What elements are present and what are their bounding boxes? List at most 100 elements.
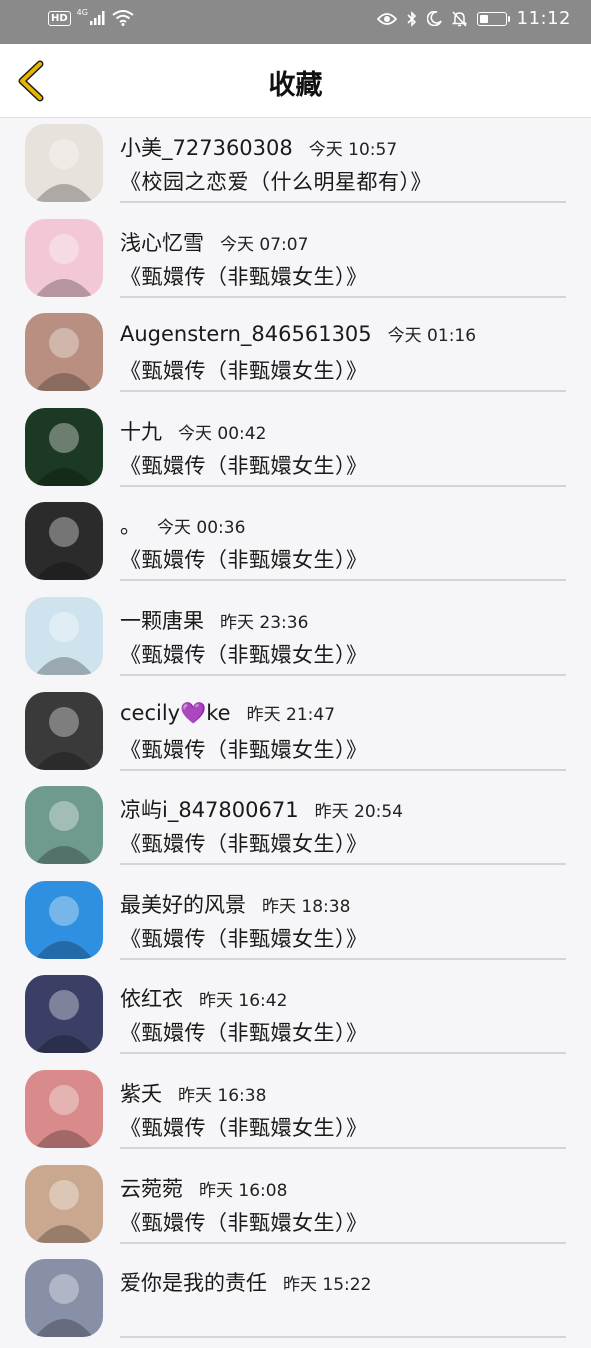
bell-off-icon	[451, 10, 467, 27]
timestamp: 昨天 15:22	[283, 1275, 372, 1296]
avatar[interactable]	[25, 124, 103, 202]
name-line: 依红衣 昨天 16:42	[120, 983, 287, 1013]
timestamp: 昨天 18:38	[262, 896, 351, 917]
list-item[interactable]: 爱你是我的责任 昨天 15:22	[0, 1253, 591, 1348]
timestamp: 昨天 16:42	[199, 991, 288, 1012]
name-line: 。今天 00:36	[120, 510, 245, 540]
divider	[120, 1146, 566, 1149]
timestamp: 昨天 23:36	[220, 612, 309, 633]
user-name: 爱你是我的责任	[120, 1271, 267, 1296]
list-item[interactable]: 依红衣 昨天 16:42 《甄嬛传（非甄嬛女生）》	[0, 969, 591, 1064]
page-title: 收藏	[268, 70, 323, 101]
avatar-image	[25, 502, 103, 581]
divider	[120, 1052, 566, 1055]
divider	[120, 1336, 566, 1339]
list-item[interactable]: 紫夭 昨天 16:38 《甄嬛传（非甄嬛女生）》	[0, 1064, 591, 1159]
avatar-image	[25, 124, 103, 202]
avatar-image	[25, 975, 103, 1054]
list-item[interactable]: 。今天 00:36 《甄嬛传（非甄嬛女生）》	[0, 496, 591, 591]
avatar[interactable]	[25, 407, 103, 486]
timestamp: 今天 07:07	[220, 234, 309, 255]
story-title[interactable]: 《甄嬛传（非甄嬛女生）》	[120, 734, 368, 764]
user-name: 浅心忆雪	[120, 230, 204, 255]
list-item[interactable]: 凉屿i_847800671 昨天 20:54 《甄嬛传（非甄嬛女生）》	[0, 780, 591, 875]
list-item[interactable]: 一颗唐果 昨天 23:36 《甄嬛传（非甄嬛女生）》	[0, 591, 591, 686]
divider	[120, 390, 566, 393]
network-type: 4G	[76, 8, 88, 17]
favorites-list: 小美_727360308 今天 10:57 《校园之恋爱（什么明星都有）》 浅心忆雪今…	[0, 118, 591, 1348]
list-item[interactable]: 云菀菀 昨天 16:08 《甄嬛传（非甄嬛女生）》	[0, 1159, 591, 1254]
avatar[interactable]	[25, 313, 103, 392]
divider	[120, 673, 566, 676]
avatar[interactable]	[25, 691, 103, 770]
user-name: 依红衣	[120, 987, 183, 1012]
story-title[interactable]: 《校园之恋爱（什么明星都有）》	[120, 166, 432, 196]
user-name: 十九	[120, 419, 162, 444]
timestamp: 今天 10:57	[308, 140, 398, 160]
story-title[interactable]: 《甄嬛传（非甄嬛女生）》	[120, 1112, 368, 1142]
name-line: 爱你是我的责任 昨天 15:22	[120, 1267, 371, 1297]
avatar-image	[25, 1259, 103, 1338]
avatar[interactable]	[25, 786, 103, 865]
name-line: 最美好的风景 昨天 18:38	[120, 889, 350, 919]
list-item[interactable]: 十九 今天 00:42 《甄嬛传（非甄嬛女生）》	[0, 402, 591, 497]
avatar-image	[25, 218, 103, 297]
story-title[interactable]: 《甄嬛传（非甄嬛女生）》	[120, 639, 368, 669]
status-right: 11:12	[376, 8, 571, 29]
avatar[interactable]	[25, 596, 103, 675]
avatar[interactable]	[25, 1069, 103, 1148]
divider	[120, 295, 566, 298]
avatar[interactable]	[25, 975, 103, 1054]
moon-icon	[426, 11, 442, 26]
story-title[interactable]: 《甄嬛传（非甄嬛女生）》	[120, 261, 368, 291]
user-name: 小美_727360308	[120, 136, 293, 160]
avatar[interactable]	[25, 218, 103, 297]
story-title[interactable]: 《甄嬛传（非甄嬛女生）》	[120, 923, 368, 953]
divider	[120, 484, 566, 487]
name-line: 紫夭 昨天 16:38	[120, 1078, 266, 1108]
header: 收藏	[0, 44, 591, 118]
timestamp: 昨天 16:38	[178, 1085, 267, 1106]
user-name: 。	[120, 514, 141, 539]
name-line: 十九 今天 00:42	[120, 416, 266, 446]
story-title[interactable]: 《甄嬛传（非甄嬛女生）》	[120, 544, 368, 574]
name-line: 一颗唐果 昨天 23:36	[120, 605, 308, 635]
user-name: 紫夭	[120, 1081, 162, 1106]
story-title[interactable]: 《甄嬛传（非甄嬛女生）》	[120, 450, 368, 480]
eye-icon	[376, 12, 397, 25]
story-title[interactable]: 《甄嬛传（非甄嬛女生）》	[120, 355, 368, 385]
name-line: 浅心忆雪 今天 07:07	[120, 227, 308, 257]
name-line: 凉屿i_847800671 昨天 20:54	[120, 794, 403, 824]
story-title[interactable]: 《甄嬛传（非甄嬛女生）》	[120, 1017, 368, 1047]
user-name: 云菀菀	[120, 1176, 183, 1201]
story-title[interactable]: 《甄嬛传（非甄嬛女生）》	[120, 828, 368, 858]
user-name: 最美好的风景	[120, 892, 246, 917]
avatar[interactable]	[25, 1164, 103, 1243]
timestamp: 今天 01:16	[387, 326, 477, 347]
avatar-image	[25, 407, 103, 486]
avatar[interactable]	[25, 502, 103, 581]
user-name: 凉屿i_847800671	[120, 798, 299, 823]
hd-icon: HD	[48, 10, 71, 26]
avatar[interactable]	[25, 1259, 103, 1338]
battery-icon	[476, 11, 510, 26]
list-item[interactable]: 小美_727360308 今天 10:57 《校园之恋爱（什么明星都有）》	[0, 118, 591, 213]
divider	[120, 768, 566, 771]
status-time: 11:12	[516, 8, 571, 29]
list-item[interactable]: Augenstern_846561305 今天 01:16 《甄嬛传（非甄嬛女生）》	[0, 307, 591, 402]
story-title[interactable]: 《甄嬛传（非甄嬛女生）》	[120, 1207, 368, 1237]
timestamp: 昨天 16:08	[199, 1180, 288, 1201]
avatar[interactable]	[25, 880, 103, 959]
heart-icon: 💜	[180, 700, 207, 725]
list-item[interactable]: 浅心忆雪 今天 07:07 《甄嬛传（非甄嬛女生）》	[0, 213, 591, 308]
avatar-image	[25, 880, 103, 959]
name-line: cecily💜ke 昨天 21:47	[120, 700, 335, 726]
divider	[120, 957, 566, 960]
status-left: HD 4G	[48, 8, 134, 26]
list-item[interactable]: 最美好的风景 昨天 18:38 《甄嬛传（非甄嬛女生）》	[0, 875, 591, 970]
user-name: 一颗唐果	[120, 608, 204, 633]
divider	[120, 1241, 566, 1244]
divider	[120, 579, 566, 582]
list-item[interactable]: cecily💜ke 昨天 21:47 《甄嬛传（非甄嬛女生）》	[0, 686, 591, 781]
name-line: 云菀菀 昨天 16:08	[120, 1173, 287, 1203]
